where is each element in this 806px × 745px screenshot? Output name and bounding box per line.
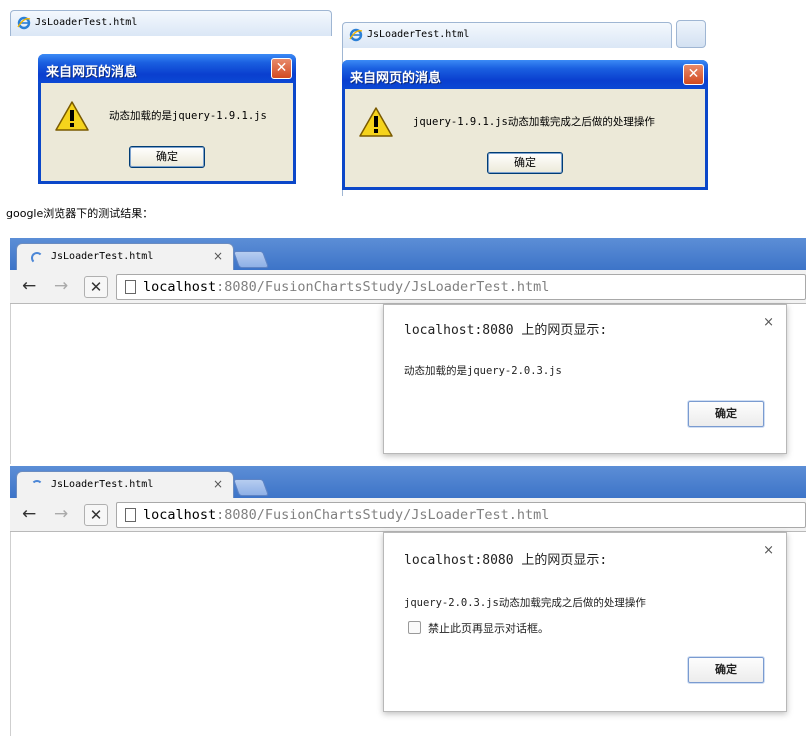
new-tab-button[interactable] (232, 251, 270, 268)
dialog-titlebar: 来自网页的消息 ✕ (342, 60, 708, 89)
forward-arrow-icon[interactable]: → (54, 276, 68, 296)
ok-button[interactable]: 确定 (688, 657, 764, 683)
close-button[interactable]: ✕ (271, 58, 292, 79)
ie-tab-1[interactable]: JsLoaderTest.html (10, 10, 332, 36)
address-bar[interactable]: localhost:8080/FusionChartsStudy/JsLoade… (116, 274, 806, 300)
chrome-tab-strip: JsLoaderTest.html × (10, 466, 806, 499)
url-path: :8080/FusionChartsStudy/JsLoaderTest.htm… (216, 507, 550, 523)
loading-spinner-icon (31, 252, 43, 264)
page-content: localhost:8080 上的网页显示: × jquery-2.0.3.js… (10, 532, 806, 736)
stop-loading-button[interactable]: ✕ (84, 504, 108, 526)
chrome-tab[interactable]: JsLoaderTest.html × (16, 243, 234, 271)
ie-alert-dialog-1: 来自网页的消息 ✕ 动态加载的是jquery-1.9.1.js 确定 (38, 54, 296, 184)
close-button[interactable]: ✕ (683, 64, 704, 85)
chrome-window-1: JsLoaderTest.html × ← → ✕ localhost:8080… (10, 238, 806, 464)
suppress-dialogs-label: 禁止此页再显示对话框。 (428, 622, 549, 635)
chrome-tab-title: JsLoaderTest.html (51, 251, 154, 262)
page-content: localhost:8080 上的网页显示: × 动态加载的是jquery-2.… (10, 304, 806, 464)
chrome-window-2: JsLoaderTest.html × ← → ✕ localhost:8080… (10, 466, 806, 736)
ok-button[interactable]: 确定 (487, 152, 563, 174)
url-path: :8080/FusionChartsStudy/JsLoaderTest.htm… (216, 279, 550, 295)
tab-close-icon[interactable]: × (213, 477, 223, 491)
dialog-title: 来自网页的消息 (46, 65, 138, 80)
ie-tab-title: JsLoaderTest.html (35, 17, 138, 28)
forward-arrow-icon[interactable]: → (54, 504, 68, 524)
chrome-alert-dialog: localhost:8080 上的网页显示: × 动态加载的是jquery-2.… (383, 304, 787, 454)
url-text: localhost:8080/FusionChartsStudy/JsLoade… (143, 507, 549, 523)
chrome-tab[interactable]: JsLoaderTest.html × (16, 471, 234, 499)
chrome-tab-strip: JsLoaderTest.html × (10, 238, 806, 271)
ie-new-tab-button[interactable] (676, 20, 706, 48)
new-tab-button[interactable] (232, 479, 270, 496)
back-arrow-icon[interactable]: ← (22, 276, 36, 296)
dialog-title: 来自网页的消息 (350, 71, 442, 86)
dialog-title: localhost:8080 上的网页显示: (404, 323, 608, 338)
ie-tab-2[interactable]: JsLoaderTest.html (342, 22, 672, 48)
ok-button[interactable]: 确定 (688, 401, 764, 427)
url-host: localhost (143, 279, 217, 295)
chrome-toolbar: ← → ✕ localhost:8080/FusionChartsStudy/J… (10, 270, 806, 304)
back-arrow-icon[interactable]: ← (22, 504, 36, 524)
ie-logo-icon (17, 16, 31, 30)
ie-tab-title: JsLoaderTest.html (367, 29, 470, 40)
dialog-close-icon[interactable]: × (763, 543, 774, 558)
stop-loading-button[interactable]: ✕ (84, 276, 108, 298)
suppress-dialogs-checkbox[interactable] (408, 621, 421, 634)
url-text: localhost:8080/FusionChartsStudy/JsLoade… (143, 279, 549, 295)
dialog-titlebar: 来自网页的消息 ✕ (38, 54, 296, 83)
url-host: localhost (143, 507, 217, 523)
section-caption: google浏览器下的测试结果： (6, 207, 154, 220)
ie-logo-icon (349, 28, 363, 42)
page-icon (125, 280, 136, 294)
dialog-message: jquery-1.9.1.js动态加载完成之后做的处理操作 (413, 116, 655, 128)
warning-icon (55, 101, 89, 131)
dialog-title: localhost:8080 上的网页显示: (404, 553, 608, 568)
dialog-message: 动态加载的是jquery-1.9.1.js (109, 110, 267, 122)
chrome-toolbar: ← → ✕ localhost:8080/FusionChartsStudy/J… (10, 498, 806, 532)
tab-close-icon[interactable]: × (213, 249, 223, 263)
loading-spinner-icon (31, 480, 43, 492)
chrome-tab-title: JsLoaderTest.html (51, 479, 154, 490)
dialog-close-icon[interactable]: × (763, 315, 774, 330)
ok-button[interactable]: 确定 (129, 146, 205, 168)
warning-icon (359, 107, 393, 137)
chrome-alert-dialog: localhost:8080 上的网页显示: × jquery-2.0.3.js… (383, 532, 787, 712)
dialog-message: 动态加载的是jquery-2.0.3.js (404, 365, 562, 377)
dialog-message: jquery-2.0.3.js动态加载完成之后做的处理操作 (404, 597, 646, 609)
ie-alert-dialog-2: 来自网页的消息 ✕ jquery-1.9.1.js动态加载完成之后做的处理操作 … (342, 60, 708, 190)
page-icon (125, 508, 136, 522)
address-bar[interactable]: localhost:8080/FusionChartsStudy/JsLoade… (116, 502, 806, 528)
